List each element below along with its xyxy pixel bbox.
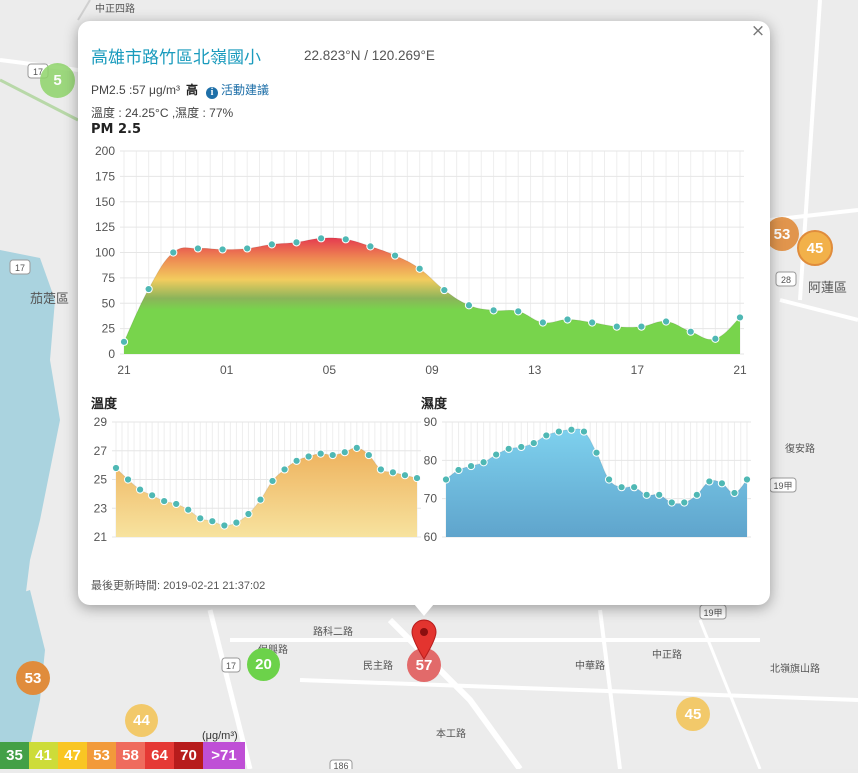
activity-advice-label: 活動建議 bbox=[220, 83, 269, 97]
info-icon: i bbox=[205, 87, 218, 99]
map-label: 復安路 bbox=[785, 444, 815, 455]
legend-item: 41 bbox=[29, 742, 58, 769]
map-label: 茄萣區 bbox=[30, 291, 70, 306]
pm25-chart-title: PM 2.5 bbox=[91, 122, 142, 137]
station-marker[interactable]: 53 bbox=[16, 661, 50, 695]
map-label: 本工路 bbox=[436, 729, 466, 740]
route-shield: 28 bbox=[781, 275, 791, 285]
legend-item: 70 bbox=[174, 742, 203, 769]
legend-item: 47 bbox=[58, 742, 87, 769]
station-marker[interactable]: 53 bbox=[765, 217, 799, 251]
legend-unit: (μg/m³) bbox=[202, 730, 238, 742]
route-shield: 19甲 bbox=[703, 608, 722, 618]
station-coords: 22.823°N / 120.269°E bbox=[304, 48, 435, 63]
station-marker[interactable]: 20 bbox=[247, 648, 280, 681]
station-popup: × 高雄市路竹區北嶺國小 22.823°N / 120.269°E PM2.5 … bbox=[78, 21, 770, 605]
map-label: 路科二路 bbox=[313, 627, 353, 638]
route-shield: 17 bbox=[15, 263, 25, 273]
route-shield: 186 bbox=[333, 761, 348, 769]
station-marker[interactable]: 45 bbox=[676, 697, 710, 731]
humidity-chart-title: 濕度 bbox=[421, 397, 448, 412]
map-label: 中正路 bbox=[652, 650, 682, 661]
pm25-legend: 35 41 47 53 58 64 70 >71 bbox=[0, 742, 245, 769]
route-shield: 19甲 bbox=[773, 481, 792, 491]
map-label: 北嶺旗山路 bbox=[770, 664, 820, 675]
map-label: 民主路 bbox=[363, 661, 393, 672]
pm25-level: 高 bbox=[185, 83, 198, 97]
map-pin-icon[interactable] bbox=[410, 618, 438, 660]
legend-item: 58 bbox=[116, 742, 145, 769]
route-shield: 17 bbox=[226, 661, 236, 671]
pm25-reading: PM2.5 :57 μg/m³ bbox=[91, 83, 180, 97]
close-icon[interactable]: × bbox=[750, 23, 766, 40]
legend-item: 35 bbox=[0, 742, 29, 769]
legend-item: 64 bbox=[145, 742, 174, 769]
map-label: 中華路 bbox=[575, 661, 605, 672]
temperature-chart-title: 溫度 bbox=[91, 397, 118, 412]
legend-item: 53 bbox=[87, 742, 116, 769]
station-marker[interactable]: 44 bbox=[125, 704, 158, 737]
station-marker[interactable]: 45 bbox=[797, 230, 833, 266]
last-updated: 最後更新時間: 2019-02-21 21:37:02 bbox=[91, 580, 266, 592]
popup-tip bbox=[414, 604, 434, 616]
station-title: 高雄市路竹區北嶺國小 bbox=[91, 48, 261, 68]
map-label: 阿蓮區 bbox=[808, 280, 848, 295]
pm25-summary: PM2.5 :57 μg/m³ 高 i 活動建議 bbox=[91, 81, 269, 99]
weather-summary: 溫度 : 24.25°C ,濕度 : 77% bbox=[91, 106, 234, 120]
map-label: 中正四路 bbox=[95, 4, 135, 15]
activity-advice-link[interactable]: i 活動建議 bbox=[205, 83, 269, 99]
station-marker[interactable]: 5 bbox=[40, 63, 75, 98]
legend-item: >71 bbox=[203, 742, 245, 769]
